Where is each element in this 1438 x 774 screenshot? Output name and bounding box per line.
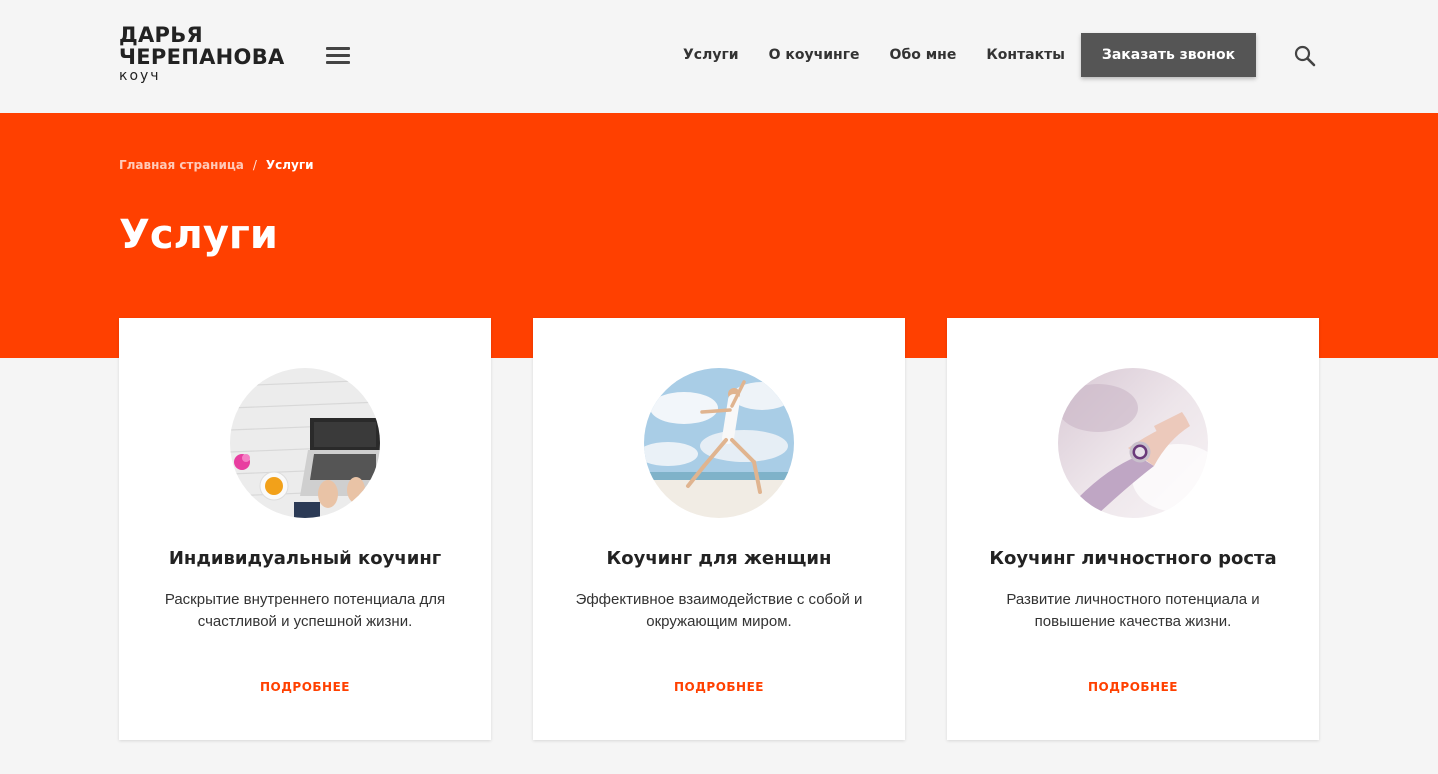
service-card-personal-growth: Коучинг личностного роста Развитие лично… bbox=[947, 318, 1319, 740]
card-description: Развитие личностного потенциала и повыше… bbox=[1006, 591, 1260, 630]
card-title: Индивидуальный коучинг bbox=[168, 548, 442, 569]
woman-jumping-beach-photo bbox=[644, 368, 794, 518]
breadcrumb-current: Услуги bbox=[265, 158, 314, 172]
nav-link-services[interactable]: Услуги bbox=[683, 46, 739, 64]
search-icon[interactable] bbox=[1293, 44, 1317, 68]
logo-line-1: ДАРЬЯ bbox=[119, 23, 204, 47]
nav-link-about-coaching[interactable]: О коучинге bbox=[769, 46, 860, 64]
breadcrumb-home-link[interactable]: Главная страница bbox=[119, 158, 244, 172]
more-link-personal-growth[interactable]: ПОДРОБНЕЕ bbox=[947, 680, 1319, 694]
card-description: Раскрытие внутреннего потенциала для сча… bbox=[164, 591, 446, 630]
logo-subtitle: коуч bbox=[119, 68, 161, 84]
nav-link-contacts[interactable]: Контакты bbox=[986, 46, 1065, 64]
page-title: Услуги bbox=[119, 212, 278, 258]
breadcrumb-separator: / bbox=[252, 158, 257, 172]
main-nav: Услуги О коучинге Обо мне Контакты bbox=[683, 46, 1095, 64]
nav-link-about-me[interactable]: Обо мне bbox=[890, 46, 957, 64]
hand-with-watch-photo bbox=[1058, 368, 1208, 518]
card-title: Коучинг для женщин bbox=[606, 548, 832, 569]
breadcrumb: Главная страница / Услуги bbox=[119, 158, 314, 172]
hamburger-menu-icon[interactable] bbox=[326, 47, 350, 65]
service-card-individual: Индивидуальный коучинг Раскрытие внутрен… bbox=[119, 318, 491, 740]
order-call-button[interactable]: Заказать звонок bbox=[1081, 33, 1256, 77]
site-logo[interactable]: ДАРЬЯ ЧЕРЕПАНОВА коуч bbox=[119, 24, 289, 83]
site-header: ДАРЬЯ ЧЕРЕПАНОВА коуч Услуги О коучинге … bbox=[0, 0, 1438, 113]
more-link-women[interactable]: ПОДРОБНЕЕ bbox=[533, 680, 905, 694]
card-title: Коучинг личностного роста bbox=[989, 548, 1277, 569]
laptop-desk-photo bbox=[230, 368, 380, 518]
more-link-individual[interactable]: ПОДРОБНЕЕ bbox=[119, 680, 491, 694]
service-card-women: Коучинг для женщин Эффективное взаимодей… bbox=[533, 318, 905, 740]
logo-line-2: ЧЕРЕПАНОВА bbox=[119, 45, 285, 69]
card-description: Эффективное взаимодействие с собой и окр… bbox=[575, 591, 863, 630]
